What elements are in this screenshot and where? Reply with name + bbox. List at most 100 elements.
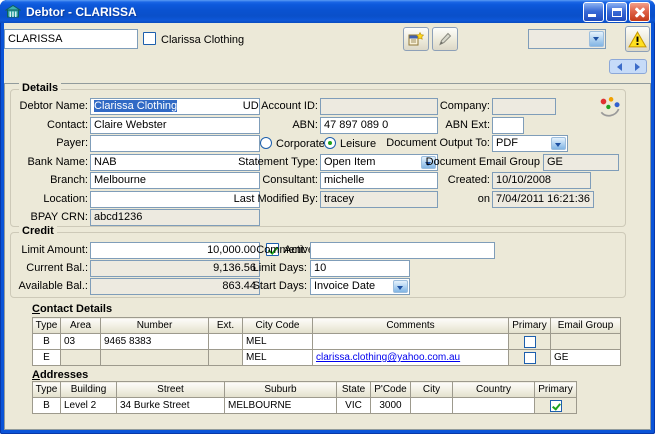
limit-amount-label: Limit Amount: xyxy=(21,244,88,256)
email-link[interactable]: clarissa.clothing@yahoo.com.au xyxy=(316,352,460,363)
multicolor-swirl-icon[interactable] xyxy=(597,95,623,121)
col-header: Area xyxy=(60,317,101,334)
contact-row: E MEL clarissa.clothing@yahoo.com.au GE xyxy=(32,349,621,366)
toolbar-checkbox[interactable] xyxy=(143,32,156,45)
toolbar-dropdown[interactable] xyxy=(528,29,606,49)
col-header: Country xyxy=(452,381,535,398)
col-header: Primary xyxy=(534,381,577,398)
primary-checkbox[interactable] xyxy=(549,399,562,412)
cell-area[interactable]: 03 xyxy=(60,333,101,350)
col-header: City xyxy=(410,381,453,398)
new-card-icon xyxy=(408,31,425,46)
col-header: Suburb xyxy=(224,381,337,398)
cell-ext[interactable] xyxy=(208,333,243,350)
document-output-to-label: Document Output To: xyxy=(386,137,490,149)
contact-row: B 03 9465 8383 MEL xyxy=(32,333,621,350)
cell-email-group xyxy=(550,333,621,350)
cell-number xyxy=(100,349,209,366)
cell-suburb[interactable]: MELBOURNE xyxy=(224,397,337,414)
pen-icon xyxy=(439,32,452,46)
comment-label: Comment: xyxy=(256,244,307,256)
cell-number[interactable]: 9465 8383 xyxy=(100,333,209,350)
last-modified-by-label: Last Modified By: xyxy=(233,193,318,205)
minimize-button[interactable] xyxy=(583,2,604,22)
cell-comments: clarissa.clothing@yahoo.com.au xyxy=(312,349,509,366)
edit-button[interactable] xyxy=(432,27,458,51)
cell-city[interactable] xyxy=(410,397,453,414)
contact-label: Contact: xyxy=(47,119,88,131)
bpay-crn-field: abcd1236 xyxy=(90,209,260,226)
abn-ext-label: ABN Ext: xyxy=(445,119,490,131)
col-header: Street xyxy=(116,381,225,398)
cell-comments[interactable] xyxy=(312,333,509,350)
scroll-tabs-right-icon[interactable] xyxy=(634,62,640,71)
cell-ext xyxy=(208,349,243,366)
cell-state[interactable]: VIC xyxy=(336,397,371,414)
contact-details-table: Type Area Number Ext. City Code Comments… xyxy=(32,317,621,366)
cell-country[interactable] xyxy=(452,397,535,414)
window-building-icon xyxy=(5,4,21,17)
close-button[interactable] xyxy=(629,2,650,22)
corporate-radio[interactable] xyxy=(260,137,272,149)
branch-label: Branch: xyxy=(50,174,88,186)
debtor-code-input[interactable]: CLARISSA xyxy=(4,29,138,49)
debtor-name-caption: Clarissa Clothing xyxy=(161,34,245,46)
leisure-radio[interactable] xyxy=(324,137,336,149)
comment-field[interactable] xyxy=(310,242,495,259)
debtor-window: Debtor - CLARISSA CLARISSA Clarissa Clot… xyxy=(0,0,655,434)
address-header-row: Type Building Street Suburb State P'Code… xyxy=(32,381,577,398)
credit-legend: Credit xyxy=(19,225,57,237)
tab-strip: Debtor Preferences Cards xyxy=(4,56,651,84)
cell-pcode[interactable]: 3000 xyxy=(370,397,411,414)
current-bal-label: Current Bal.: xyxy=(26,262,88,274)
addresses-heading: Addresses xyxy=(32,369,89,381)
available-bal-label: Available Bal.: xyxy=(18,280,88,292)
cell-street[interactable]: 34 Burke Street xyxy=(116,397,225,414)
window-body: CLARISSA Clarissa Clothing Details Debto… xyxy=(4,23,651,430)
company-label: Company: xyxy=(439,100,490,112)
document-output-to-dropdown[interactable]: PDF xyxy=(492,135,568,152)
cell-city-code[interactable]: MEL xyxy=(242,349,313,366)
payer-field[interactable] xyxy=(90,135,260,152)
warning-icon xyxy=(628,30,647,47)
maximize-icon xyxy=(612,8,622,17)
cell-city-code[interactable]: MEL xyxy=(242,333,313,350)
statement-type-label: Statement Type: xyxy=(238,156,318,168)
chevron-down-icon xyxy=(551,137,566,150)
cell-type[interactable]: B xyxy=(32,397,61,414)
location-label: Location: xyxy=(43,193,88,205)
primary-checkbox[interactable] xyxy=(523,351,536,364)
maximize-button[interactable] xyxy=(606,2,627,22)
contact-header-row: Type Area Number Ext. City Code Comments… xyxy=(32,317,621,334)
contact-details-heading: Contact Details xyxy=(32,303,113,315)
scroll-tabs-left-icon[interactable] xyxy=(616,62,622,71)
consultant-label: Consultant: xyxy=(262,174,318,186)
col-header: Building xyxy=(60,381,117,398)
cell-email-group[interactable]: GE xyxy=(550,349,621,366)
col-header: City Code xyxy=(242,317,313,334)
bank-name-label: Bank Name: xyxy=(27,156,88,168)
abn-ext-field[interactable] xyxy=(492,117,524,134)
payer-label: Payer: xyxy=(56,137,88,149)
alert-button[interactable] xyxy=(625,26,650,52)
tab-scroller xyxy=(609,59,647,74)
modified-on-field: 7/04/2011 16:21:36 xyxy=(492,191,594,208)
titlebar: Debtor - CLARISSA xyxy=(0,0,655,23)
limit-days-field[interactable]: 10 xyxy=(310,260,410,277)
debtor-name-label: Debtor Name: xyxy=(19,100,88,112)
col-header: Comments xyxy=(312,317,509,334)
new-card-button[interactable] xyxy=(403,27,429,51)
col-header: Primary xyxy=(508,317,551,334)
start-days-dropdown[interactable]: Invoice Date xyxy=(310,278,410,295)
cell-building[interactable]: Level 2 xyxy=(60,397,117,414)
addresses-table: Type Building Street Suburb State P'Code… xyxy=(32,381,577,414)
primary-checkbox[interactable] xyxy=(523,335,536,348)
cell-type[interactable]: E xyxy=(32,349,61,366)
limit-days-label: Limit Days: xyxy=(252,262,307,274)
cell-type[interactable]: B xyxy=(32,333,61,350)
company-field xyxy=(492,98,556,115)
col-header: Type xyxy=(32,381,61,398)
details-legend: Details xyxy=(19,82,62,94)
start-days-label: Start Days: xyxy=(252,280,307,292)
corporate-radio-label: Corporate xyxy=(276,138,325,150)
